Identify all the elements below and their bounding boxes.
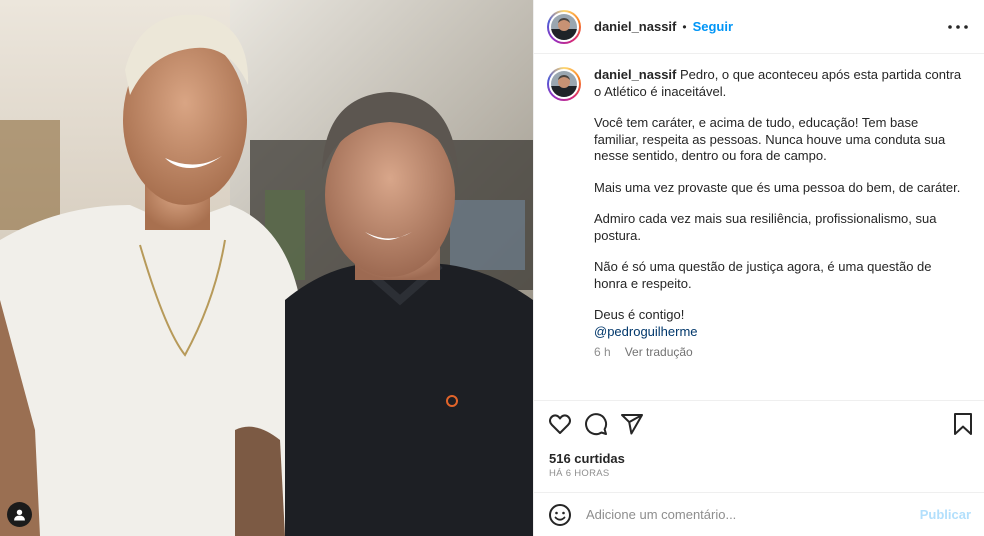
comment-button[interactable] bbox=[584, 412, 608, 436]
comment-input[interactable]: Adicione um comentário... bbox=[586, 507, 920, 522]
user-tag-button[interactable] bbox=[7, 502, 32, 527]
post-photo[interactable] bbox=[0, 0, 533, 536]
share-button[interactable] bbox=[620, 412, 644, 436]
caption-paragraph-3: Mais uma vez provaste que és uma pessoa … bbox=[594, 179, 961, 195]
post-timestamp: HÁ 6 HORAS bbox=[549, 468, 610, 479]
caption-avatar-image bbox=[551, 71, 577, 97]
save-button[interactable] bbox=[951, 412, 975, 436]
post-header: daniel_nassif • Seguir bbox=[534, 0, 984, 54]
comment-icon bbox=[585, 412, 608, 435]
post-side-panel: daniel_nassif • Seguir daniel_nassif Ped… bbox=[533, 0, 984, 536]
avatar[interactable] bbox=[547, 9, 581, 44]
caption-age: 6 h bbox=[594, 345, 611, 359]
heart-icon bbox=[549, 413, 571, 434]
caption-paragraph-5: Não é só uma questão de justiça agora, é… bbox=[594, 259, 932, 291]
caption-area: daniel_nassif Pedro, o que aconteceu apó… bbox=[534, 54, 984, 400]
caption-paragraph-6: Deus é contigo! bbox=[594, 307, 685, 322]
post-photo-image bbox=[0, 0, 533, 536]
caption-paragraph-4: Admiro cada vez mais sua resiliência, pr… bbox=[594, 211, 937, 243]
header-username[interactable]: daniel_nassif bbox=[594, 19, 676, 34]
caption-meta: 6 h Ver tradução bbox=[594, 344, 964, 361]
header-separator: • bbox=[682, 19, 687, 34]
bookmark-icon bbox=[954, 412, 972, 435]
see-translation-link[interactable]: Ver tradução bbox=[625, 344, 693, 361]
user-tag-icon bbox=[14, 509, 25, 521]
share-icon bbox=[621, 413, 643, 434]
caption-text: daniel_nassif Pedro, o que aconteceu apó… bbox=[594, 67, 964, 400]
more-options-button[interactable] bbox=[946, 15, 970, 39]
caption-paragraph-2: Você tem caráter, e acima de tudo, educa… bbox=[594, 115, 946, 163]
like-count[interactable]: 516 curtidas bbox=[549, 451, 625, 466]
more-icon bbox=[948, 24, 968, 29]
emoji-icon bbox=[549, 503, 571, 526]
avatar-image bbox=[551, 13, 577, 40]
comment-bar: Adicione um comentário... Publicar bbox=[534, 492, 984, 536]
publish-button[interactable]: Publicar bbox=[920, 507, 971, 522]
emoji-button[interactable] bbox=[548, 503, 572, 527]
follow-button[interactable]: Seguir bbox=[693, 19, 733, 34]
mention-link[interactable]: @pedroguilherme bbox=[594, 324, 964, 341]
action-bar bbox=[534, 400, 984, 446]
caption-avatar[interactable] bbox=[547, 67, 581, 101]
caption-username[interactable]: daniel_nassif bbox=[594, 67, 676, 82]
like-button[interactable] bbox=[548, 412, 572, 436]
